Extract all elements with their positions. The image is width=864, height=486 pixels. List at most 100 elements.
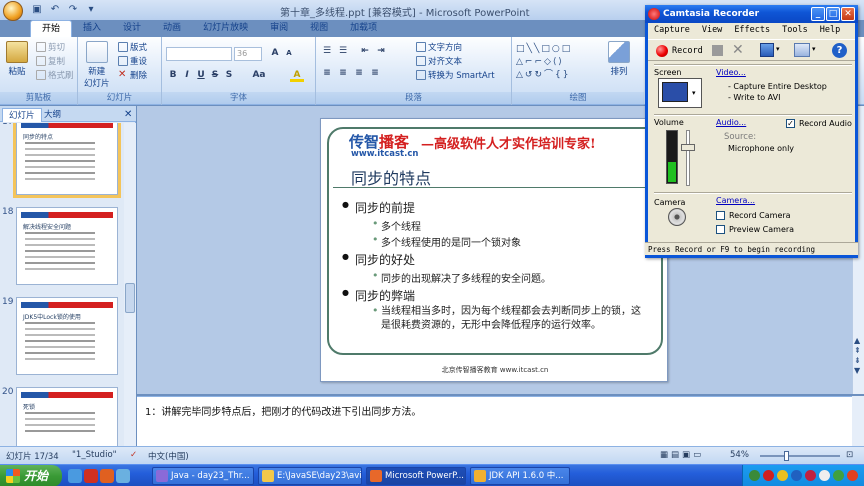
video-settings-link[interactable]: Video... (716, 68, 746, 77)
tab-review[interactable]: 审阅 (259, 20, 299, 37)
tray-icon[interactable] (763, 470, 774, 481)
tray-icon[interactable] (847, 470, 858, 481)
decrease-indent-icon[interactable]: ⇤ (358, 45, 372, 58)
font-name-combo[interactable] (166, 47, 232, 61)
dropdown-arrow-icon[interactable]: ▾ (812, 45, 816, 53)
tab-slideshow[interactable]: 幻灯片放映 (192, 20, 259, 37)
record-audio-checkbox[interactable]: ✓ (786, 119, 795, 128)
zoom-level[interactable]: 54% (730, 450, 749, 460)
view-buttons-icon[interactable]: ▦▤▣▭ (660, 450, 704, 460)
audio-settings-link[interactable]: Audio... (716, 118, 746, 127)
bold-button[interactable]: B (166, 69, 180, 82)
tab-outline[interactable]: 大纲 (38, 108, 67, 122)
taskbar-item[interactable]: Java - day23_Thr... (152, 467, 254, 485)
notes-pane[interactable]: 1：讲解完毕同步特点后，把刚才的代码改进下引出同步方法。 (137, 396, 852, 446)
tab-slides[interactable]: 幻灯片 (2, 108, 42, 122)
minimize-button[interactable]: _ (811, 7, 825, 21)
save-icon[interactable]: ▣ (30, 4, 44, 16)
taskbar-item[interactable]: E:\JavaSE\day23\avi (258, 467, 362, 485)
undo-icon[interactable]: ↶ (48, 4, 62, 16)
tab-insert[interactable]: 插入 (72, 20, 112, 37)
slide-thumbnail[interactable]: 死锁 (16, 387, 118, 446)
close-button[interactable]: ✕ (841, 7, 855, 21)
record-button[interactable]: Record (656, 43, 703, 59)
arrange-button[interactable]: 排列 (608, 41, 630, 77)
webcam-icon[interactable] (668, 208, 686, 226)
thumbnail-row[interactable]: 17 同步的特点 (0, 123, 124, 201)
tray-icon[interactable] (805, 470, 816, 481)
camera-settings-link[interactable]: Camera... (716, 196, 755, 205)
menu-view[interactable]: View (696, 23, 728, 38)
slide-thumbnail[interactable]: 解决线程安全问题 (16, 207, 118, 285)
delete-slide-button[interactable]: ✕ 删除 (118, 69, 147, 82)
font-color-button[interactable]: A (290, 69, 304, 82)
increase-indent-icon[interactable]: ⇥ (374, 45, 388, 58)
maximize-button[interactable]: □ (826, 7, 840, 21)
slide-thumbnail[interactable]: JDK5中Lock锁的使用 (16, 297, 118, 375)
redo-icon[interactable]: ↷ (66, 4, 80, 16)
spellcheck-icon[interactable]: ✓ (130, 450, 137, 460)
current-slide[interactable]: 传智播客 www.itcast.cn —高级软件人才实作培训专家! 同步的特点 … (320, 118, 668, 382)
quicklaunch-icon[interactable] (84, 469, 98, 483)
align-right-icon[interactable]: ≡ (352, 67, 366, 80)
volume-slider-thumb[interactable] (681, 144, 695, 151)
menu-tools[interactable]: Tools (776, 23, 814, 38)
notes-scrollbar[interactable] (852, 396, 864, 446)
smartart-button[interactable]: 转换为 SmartArt (416, 69, 495, 81)
bullets-icon[interactable]: ☰ (320, 45, 334, 58)
taskbar-item[interactable]: Microsoft PowerP... (366, 467, 466, 485)
scroll-thumb[interactable] (125, 283, 135, 313)
close-icon[interactable]: ✕ (118, 108, 138, 122)
reset-button[interactable]: 重设 (118, 55, 147, 67)
italic-button[interactable]: I (180, 69, 194, 82)
tray-icon[interactable] (749, 470, 760, 481)
qat-dropdown-icon[interactable]: ▾ (84, 4, 98, 16)
quicklaunch-icon[interactable] (116, 469, 130, 483)
office-button[interactable] (3, 1, 23, 21)
fit-window-icon[interactable]: ⊡ (846, 450, 853, 460)
numbering-icon[interactable]: ☰ (336, 45, 350, 58)
shrink-font-icon[interactable]: A (282, 47, 296, 60)
thumbnail-row[interactable]: 20 死锁 (0, 385, 124, 446)
tray-icon[interactable] (833, 470, 844, 481)
dropdown-arrow-icon[interactable]: ▾ (776, 45, 780, 53)
copy-button[interactable]: 复制 (36, 55, 65, 67)
zoom-slider[interactable] (760, 455, 840, 457)
font-size-combo[interactable]: 36 (234, 47, 262, 61)
paste-button[interactable]: 粘贴 (6, 41, 28, 77)
change-case-button[interactable]: Aa (252, 69, 266, 82)
shapes-gallery[interactable]: □╲╲□○□ △⌐⌐◇⟨⟩ △↺↻⌒{} (516, 43, 604, 83)
tab-view[interactable]: 视图 (299, 20, 339, 37)
align-center-icon[interactable]: ≡ (336, 67, 350, 80)
monitor-icon[interactable]: ▾ (658, 78, 702, 108)
tray-icon[interactable] (777, 470, 788, 481)
thumbnail-row[interactable]: 19 JDK5中Lock锁的使用 (0, 295, 124, 381)
slide-nav-arrows-icon[interactable]: ▲ ⇞ ⇟ ▼ (854, 336, 861, 376)
slide-thumbnail[interactable]: 同步的特点 (13, 123, 121, 198)
taskbar-item[interactable]: JDK API 1.6.0 中... (470, 467, 570, 485)
tab-animation[interactable]: 动画 (152, 20, 192, 37)
tab-addins[interactable]: 加载项 (339, 20, 388, 37)
thumbnail-scrollbar[interactable] (124, 123, 136, 446)
tab-design[interactable]: 设计 (112, 20, 152, 37)
layout-button[interactable]: 版式 (118, 41, 147, 53)
strikethrough-button[interactable]: S (208, 69, 222, 82)
tray-icon[interactable] (819, 470, 830, 481)
start-button[interactable]: 开始 (0, 465, 62, 486)
tab-home[interactable]: 开始 (30, 20, 73, 37)
stop-icon[interactable] (712, 45, 723, 56)
volume-track[interactable] (686, 130, 690, 186)
align-left-icon[interactable]: ≡ (320, 67, 334, 80)
slide-title[interactable]: 同步的特点 (351, 165, 431, 189)
menu-capture[interactable]: Capture (648, 23, 696, 38)
effects-icon[interactable] (794, 43, 810, 57)
thumbnail-row[interactable]: 18 解决线程安全问题 (0, 205, 124, 291)
shadow-button[interactable]: S (222, 69, 236, 82)
underline-button[interactable]: U (194, 69, 208, 82)
justify-icon[interactable]: ≡ (368, 67, 382, 80)
text-direction-button[interactable]: 文字方向 (416, 41, 462, 53)
menu-effects[interactable]: Effects (728, 23, 776, 38)
quicklaunch-icon[interactable] (68, 469, 82, 483)
align-text-button[interactable]: 对齐文本 (416, 55, 462, 67)
format-painter-button[interactable]: 格式刷 (36, 69, 74, 81)
